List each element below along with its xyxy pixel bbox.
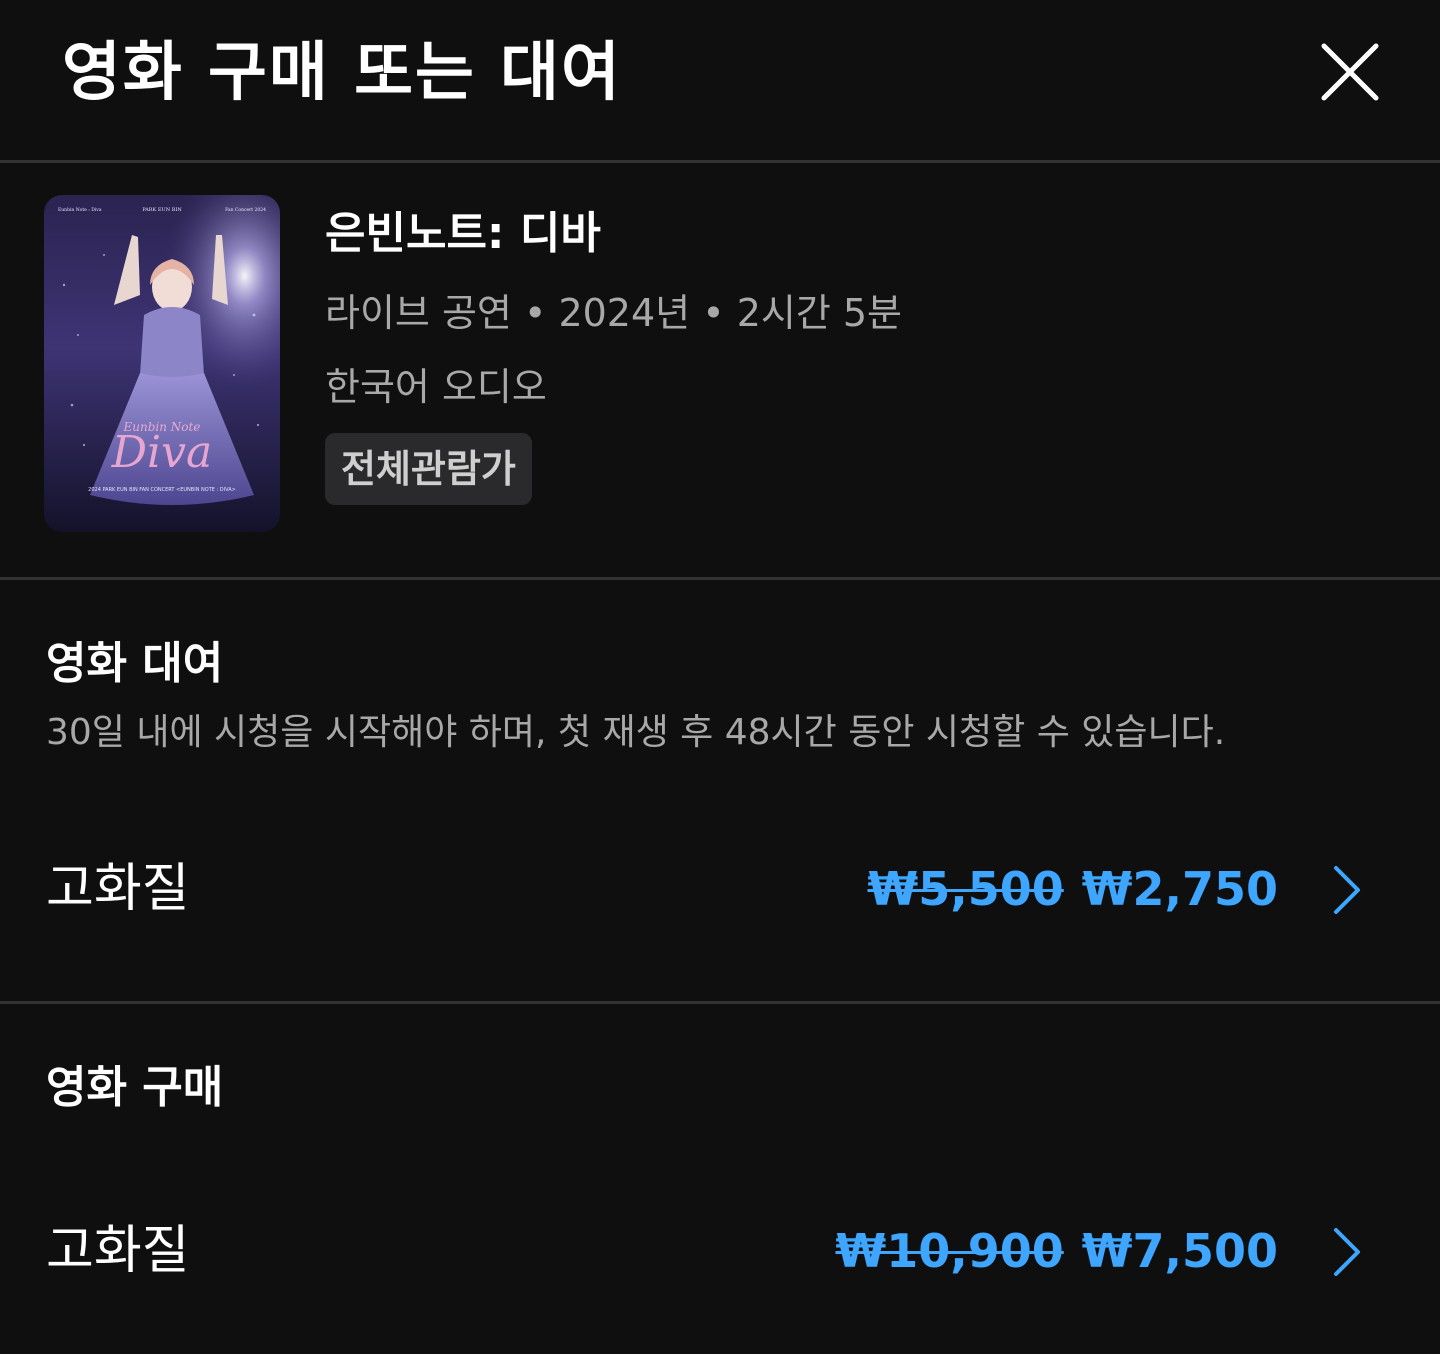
purchase-section-title: 영화 구매	[46, 1062, 224, 1113]
close-button[interactable]	[1310, 32, 1390, 112]
purchase-price: ₩10,900 ₩7,500	[836, 1220, 1279, 1282]
close-icon	[1321, 43, 1379, 101]
chevron-right-icon	[1334, 866, 1360, 914]
poster-caption: 2024 PARK EUN BIN FAN CONCERT <EUNBIN NO…	[88, 487, 236, 493]
movie-poster: Eunbin Note Diva 2024 PARK EUN BIN FAN C…	[44, 195, 280, 532]
movie-audio: 한국어 오디오	[325, 365, 547, 409]
dialog-header: 영화 구매 또는 대여	[0, 0, 1440, 160]
section-divider	[0, 1001, 1440, 1004]
movie-title: 은빈노트: 디바	[325, 208, 601, 259]
chevron-right-icon	[1334, 1228, 1360, 1276]
rental-old-price: ₩5,500	[867, 862, 1064, 916]
info-divider	[0, 577, 1440, 580]
rental-description: 30일 내에 시청을 시작해야 하며, 첫 재생 후 48시간 동안 시청할 수…	[46, 712, 1226, 753]
poster-title: Diva	[111, 427, 212, 478]
movie-meta: 라이브 공연 • 2024년 • 2시간 5분	[325, 291, 903, 335]
rental-section-title: 영화 대여	[46, 638, 224, 689]
rental-hd-option[interactable]: 고화질 ₩5,500 ₩2,750	[0, 834, 1440, 944]
purchase-old-price: ₩10,900	[835, 1224, 1064, 1278]
dialog-title: 영화 구매 또는 대여	[62, 36, 622, 110]
purchase-quality-label: 고화질	[46, 1221, 190, 1281]
poster-top-left: Eunbin Note : Diva	[58, 207, 102, 213]
purchase-sale-price: ₩7,500	[1081, 1224, 1278, 1278]
rental-quality-label: 고화질	[46, 859, 190, 919]
rental-price: ₩5,500 ₩2,750	[868, 858, 1279, 920]
poster-top-right: Fan Concert 2024	[225, 207, 266, 213]
rental-sale-price: ₩2,750	[1081, 862, 1278, 916]
header-divider	[0, 160, 1440, 163]
rating-badge: 전체관람가	[325, 433, 532, 505]
purchase-hd-option[interactable]: 고화질 ₩10,900 ₩7,500	[0, 1196, 1440, 1306]
poster-top-center: PARK EUN BIN	[142, 207, 182, 213]
